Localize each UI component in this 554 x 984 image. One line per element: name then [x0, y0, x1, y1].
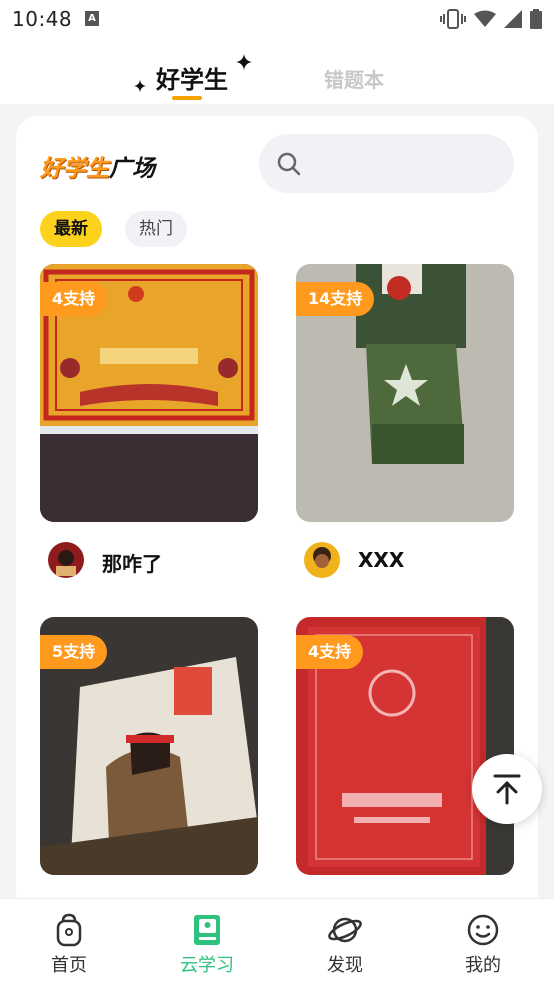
- brand-part-2: 广场: [109, 156, 155, 182]
- square-panel: 好学生 广场 最新 热门 4支持 那咋了 14支持 XXX 5支持 4支持: [16, 116, 538, 916]
- battery-icon: [530, 9, 542, 29]
- filter-hot[interactable]: 热门: [125, 211, 187, 247]
- nav-discover[interactable]: 发现: [276, 899, 414, 984]
- nav-discover-label: 发现: [327, 955, 363, 976]
- filter-latest[interactable]: 最新: [40, 211, 102, 247]
- support-count-badge: 4支持: [296, 635, 364, 669]
- support-count-badge: 4支持: [40, 282, 108, 316]
- brand-logo: 好学生 广场: [40, 149, 155, 183]
- signal-icon: [504, 10, 522, 28]
- backpack-icon: [56, 913, 82, 947]
- post-author[interactable]: XXX: [296, 534, 514, 594]
- status-bar: 10:48 A: [0, 0, 554, 38]
- active-tab-indicator: [172, 96, 202, 100]
- arrow-up-icon: [493, 774, 521, 805]
- smiley-icon: [467, 914, 499, 946]
- post-card[interactable]: 14支持 XXX: [296, 264, 514, 594]
- nav-cloud-study[interactable]: 云学习: [138, 899, 276, 984]
- search-icon: [277, 152, 301, 176]
- sparkle-icon: [236, 54, 252, 70]
- sparkle-icon: [134, 80, 146, 92]
- status-time: 10:48: [12, 7, 73, 31]
- brand-part-1: 好学生: [40, 156, 109, 182]
- nav-mine-label: 我的: [465, 955, 501, 976]
- nav-home[interactable]: 首页: [0, 899, 138, 984]
- nav-home-label: 首页: [51, 955, 87, 976]
- post-card[interactable]: 5支持: [40, 617, 258, 916]
- book-icon: [194, 915, 220, 945]
- tab-wrong-questions[interactable]: 错题本: [324, 64, 384, 93]
- post-author[interactable]: 那咋了: [40, 534, 258, 594]
- nav-cloud-study-label: 云学习: [180, 955, 234, 976]
- notification-icon: A: [85, 11, 99, 26]
- support-count-badge: 14支持: [296, 282, 375, 316]
- bottom-navigation: 首页 云学习 发现 我的: [0, 898, 554, 984]
- author-name: XXX: [358, 548, 405, 572]
- post-photo-red-booklet[interactable]: 4支持: [296, 617, 514, 875]
- avatar[interactable]: [48, 542, 84, 578]
- support-count-badge: 5支持: [40, 635, 108, 669]
- post-card[interactable]: 4支持 那咋了: [40, 264, 258, 594]
- tab-good-student[interactable]: 好学生: [156, 60, 228, 95]
- wifi-icon: [474, 10, 496, 27]
- search-box[interactable]: [259, 134, 514, 193]
- planet-icon: [328, 917, 362, 943]
- nav-mine[interactable]: 我的: [414, 899, 552, 984]
- post-photo-certificate[interactable]: 4支持: [40, 264, 258, 522]
- post-photo-toy-car[interactable]: 14支持: [296, 264, 514, 522]
- vibrate-icon: [440, 9, 466, 29]
- post-photo-book[interactable]: 5支持: [40, 617, 258, 875]
- avatar[interactable]: [304, 542, 340, 578]
- top-tab-bar: 好学生 错题本: [0, 38, 554, 104]
- back-to-top-button[interactable]: [472, 754, 542, 824]
- status-icons: [440, 9, 542, 29]
- author-name: 那咋了: [102, 552, 162, 576]
